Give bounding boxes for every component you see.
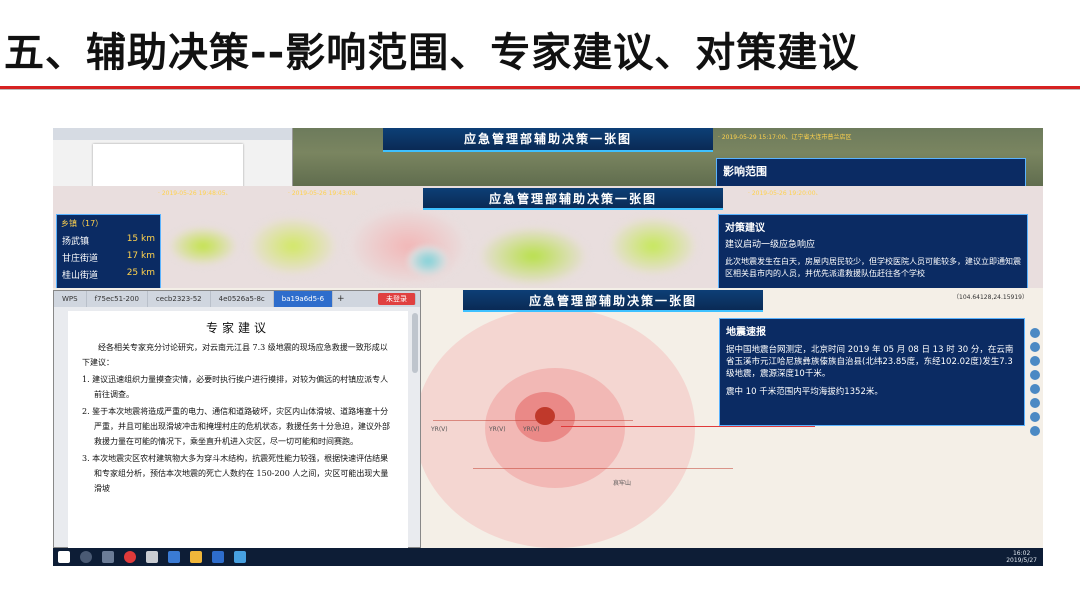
heat-spot [248,216,338,276]
township-distance: 15 km [126,234,155,244]
browser-icon[interactable] [124,551,136,563]
start-icon[interactable] [58,551,70,563]
countermeasure-text: 此次地震发生在白天，房屋内居民较少，但学校医院人员可能较多，建议立即通知震区相关… [725,257,1021,278]
app-icon[interactable] [146,551,158,563]
countermeasure-title: 对策建议 [725,223,765,234]
countermeasure-subtitle: 建议启动一级应急响应 [725,240,816,250]
document-tabs: WPS f75ec51-200 cecb2323-52 4e0526a5-8c … [54,291,420,307]
document-intro: 经各相关专家充分讨论研究，对云南元江县 7.3 级地震的现场应急救援一致形成以下… [82,343,388,367]
countermeasure-panel[interactable]: 对策建议 建议启动一级应急响应 此次地震发生在白天，房屋内居民较少，但学校医院人… [718,214,1028,294]
app-icon[interactable] [168,551,180,563]
list-item[interactable]: 扬武镇 15 km [57,232,160,249]
township-name: 扬武镇 [62,237,90,247]
document-heading: 专家建议 [205,321,270,335]
earthquake-report-elevation: 震中 10 千米范围内平均海拔约1352米。 [726,387,883,397]
township-distance: 17 km [126,251,155,261]
heatmap-ticker-left: · 2019-05-26 19:48:05、 [158,190,232,197]
township-list-panel[interactable]: 乡镇（17） 扬武镇 15 km 甘庄街道 17 km 桂山街道 25 km [56,214,161,290]
wps-icon[interactable] [212,551,224,563]
map-label: YR(V) [489,426,506,433]
satellite-header-title: 应急管理部辅助决策一张图 [463,132,632,146]
map-header-title: 应急管理部辅助决策一张图 [528,294,697,308]
road-line [473,468,733,469]
layers-icon[interactable] [1030,356,1040,366]
document-window[interactable]: WPS f75ec51-200 cecb2323-52 4e0526a5-8c … [53,290,421,549]
tab-doc-3[interactable]: 4e0526a5-8c [211,291,274,307]
heatmap-header: 应急管理部辅助决策一张图 [423,188,723,210]
fullscreen-icon[interactable] [1030,412,1040,422]
earthquake-report-text: 据中国地震台网测定，北京时间 2019 年 05 月 08 日 13 时 30 … [726,345,1014,379]
epicenter-marker[interactable] [535,407,555,425]
new-tab-button[interactable]: + [333,294,349,304]
document-item: 2. 鉴于本次地震将造成严重的电力、通信和道路破坏，灾区内山体滑坡、道路堵塞十分… [82,407,390,446]
heatmap-ticker-mid: · 2019-05-26 19:43:08、 [288,190,362,197]
locate-icon[interactable] [1030,384,1040,394]
task-view-icon[interactable] [102,551,114,563]
impact-range-title: 影响范围 [723,165,767,178]
clock[interactable]: 16:02 2019/5/27 [1006,550,1037,564]
satellite-screen: 应急管理部辅助决策一张图 · 2019-05-29 15:17:00、辽宁省大连… [53,128,1043,190]
title-divider-shadow [0,89,1080,90]
map-header: 应急管理部辅助决策一张图 [463,290,763,312]
distance-line [561,426,815,427]
heat-spot [408,246,448,276]
zoom-in-icon[interactable] [1030,328,1040,338]
map-label: YR(V) [523,426,540,433]
document-page[interactable]: 专家建议 经各相关专家充分讨论研究，对云南元江县 7.3 级地震的现场应急救援一… [68,311,408,549]
document-item: 3. 本次地震灾区农村建筑物大多为穿斗木结构，抗震死性能力较强，根据快速评估结果… [82,454,389,493]
screenshot-composite: 应急管理部辅助决策一张图 · 2019-05-29 15:17:00、辽宁省大连… [53,128,1043,566]
search-icon[interactable] [80,551,92,563]
earthquake-report-title: 地震速报 [726,327,766,338]
township-list-caption: 乡镇（17） [61,219,104,228]
measure-icon[interactable] [1030,370,1040,380]
tab-doc-4[interactable]: ba19a6d5-6 [273,291,334,307]
satellite-ticker: · 2019-05-29 15:17:00、辽宁省大连市普兰店区 [718,134,852,141]
satellite-header: 应急管理部辅助决策一张图 [383,128,713,152]
heat-spot [168,226,238,266]
clock-time: 16:02 [1012,550,1031,557]
road-line [433,420,633,421]
tab-doc-1[interactable]: f75ec51-200 [87,291,148,307]
heatmap-screen: · 2019-05-26 19:48:05、 · 2019-05-26 19:4… [53,186,1043,294]
document-thumbnail-toolbar [53,128,292,140]
print-icon[interactable] [1030,398,1040,408]
earthquake-report-panel[interactable]: 地震速报 据中国地震台网测定，北京时间 2019 年 05 月 08 日 13 … [719,318,1025,426]
taskbar: 16:02 2019/5/27 [53,548,1043,566]
heatmap-ticker-right: · 2019-05-26 19:20:00、 [748,190,822,197]
clock-date: 2019/5/27 [1006,557,1037,564]
settings-icon[interactable] [1030,426,1040,436]
zoom-out-icon[interactable] [1030,342,1040,352]
document-scrollbar[interactable] [412,313,418,373]
slide-title: 五、辅助决策--影响范围、专家建议、对策建议 [4,30,860,76]
tab-doc-2[interactable]: cecb2323-52 [148,291,211,307]
township-name: 桂山街道 [62,271,99,281]
heat-spot [608,216,698,276]
list-item[interactable]: 甘庄街道 17 km [57,249,160,266]
coordinate-readout: （104.64128,24.15919） [953,294,1028,301]
folder-icon[interactable] [190,551,202,563]
heat-spot [348,206,468,286]
app-icon[interactable] [234,551,246,563]
document-thumbnail-page [93,144,243,190]
township-name: 甘庄街道 [62,254,99,264]
list-item[interactable]: 桂山街道 25 km [57,266,160,283]
system-tray: 16:02 2019/5/27 [1000,550,1043,564]
township-distance: 25 km [126,268,155,278]
login-badge[interactable]: 未登录 [378,293,416,305]
map-label: 哀牢山 [613,480,632,487]
tab-wps[interactable]: WPS [54,291,87,307]
map-label: YR(V) [431,426,448,433]
heatmap-header-title: 应急管理部辅助决策一张图 [488,192,657,206]
document-item: 1. 建议迅速组织力量摸查灾情，必要时执行挨户进行摸排，对较为偏远的村镇应派专人… [82,375,389,399]
map-toolbar [1028,324,1042,524]
document-thumbnail [53,128,293,190]
heat-spot [478,226,588,286]
